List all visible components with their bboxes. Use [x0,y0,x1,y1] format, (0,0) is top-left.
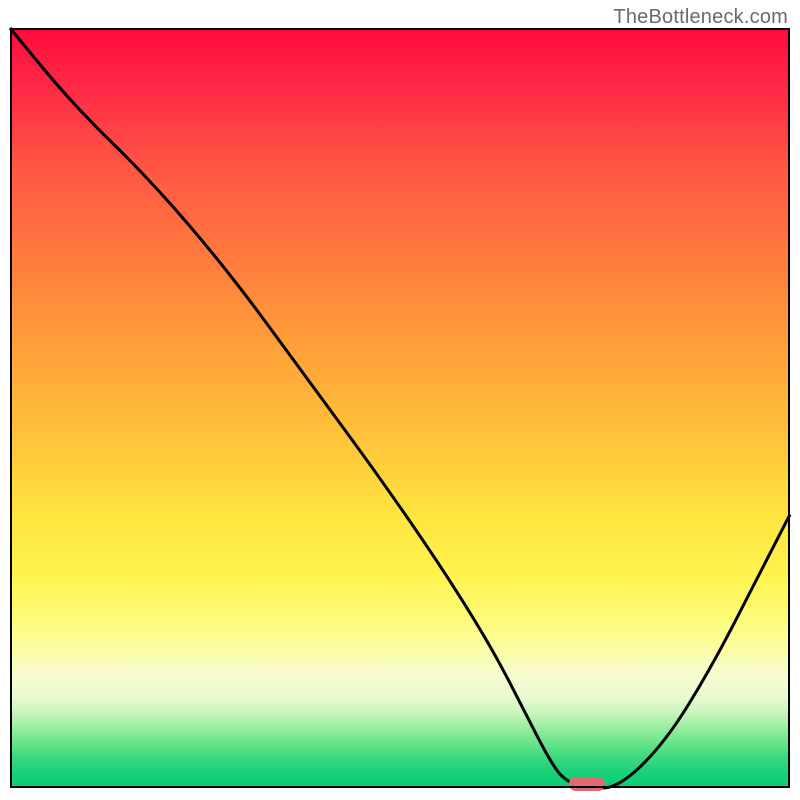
watermark-text: TheBottleneck.com [613,6,788,29]
chart-frame [10,28,790,788]
minimum-marker [569,777,605,791]
bottleneck-curve [10,28,790,788]
curve-path [10,28,790,788]
